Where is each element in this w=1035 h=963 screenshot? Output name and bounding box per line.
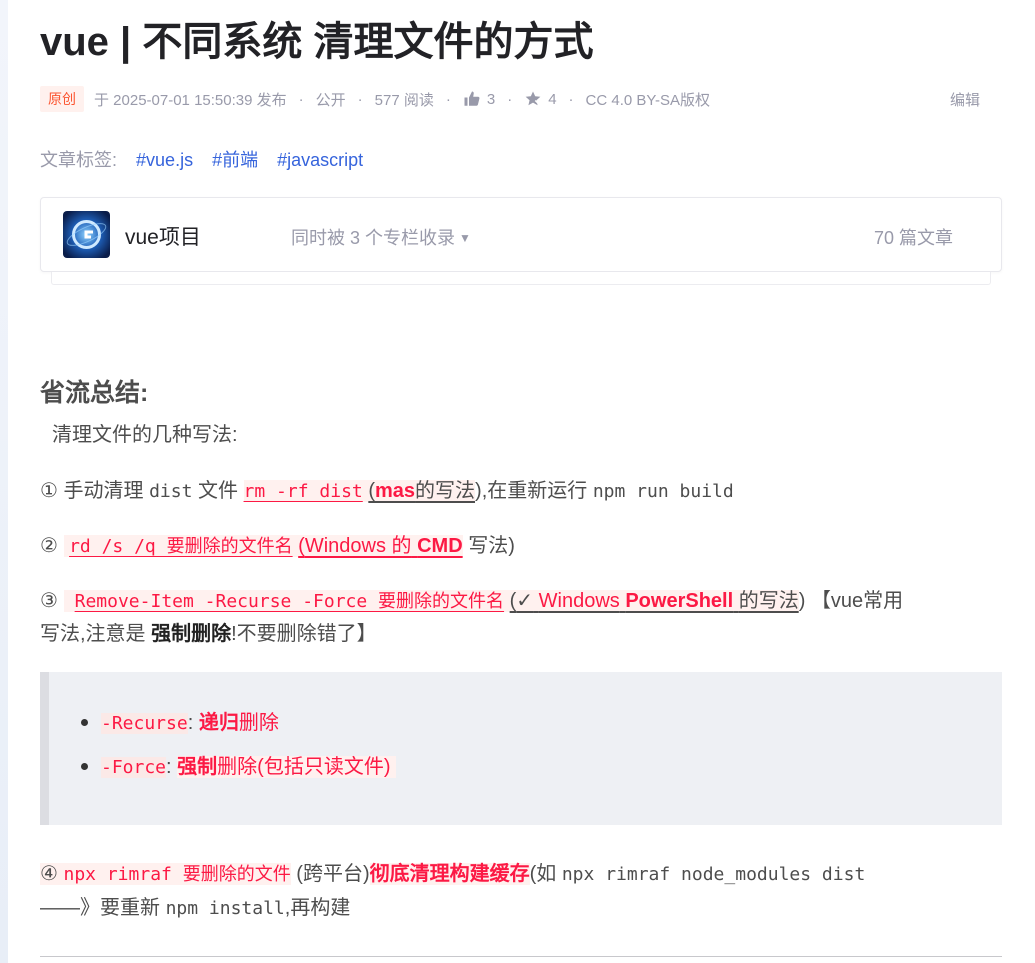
text: 写法,注意是: [40, 623, 146, 645]
meta-separator: ·: [568, 90, 574, 108]
text: (跨平台): [296, 863, 370, 885]
tag-link[interactable]: #前端: [212, 150, 258, 170]
like-button[interactable]: 3: [463, 90, 495, 108]
text: 的写法: [415, 480, 476, 502]
tag-link[interactable]: #javascript: [277, 150, 363, 170]
thumbs-up-icon: [464, 91, 480, 106]
mas-label: mas: [375, 480, 416, 502]
favorite-button[interactable]: 4: [524, 90, 557, 108]
column-name[interactable]: vue项目: [125, 221, 201, 251]
emphasis: 递归: [198, 712, 239, 734]
original-badge: 原创: [40, 86, 84, 112]
item-number: ①: [40, 480, 58, 502]
column-collection-label: 同时被 3 个专栏收录: [291, 228, 456, 248]
text: (如: [529, 863, 557, 885]
text: Windows: [538, 590, 620, 612]
column-card[interactable]: vue项目 同时被 3 个专栏收录 ▼ 70 篇文章: [40, 197, 1002, 285]
method-item-2: ② rd /s /q 要删除的文件名 (Windows 的 CMD 写法): [40, 529, 515, 564]
list-item: -Recurse: 递归删除: [81, 706, 279, 735]
command-remove-item: Remove-Item -Recurse -Force 要删除的文件名: [74, 591, 505, 612]
column-article-count: 70 篇文章: [873, 228, 953, 248]
paren: ): [798, 590, 806, 612]
colon: :: [187, 712, 194, 734]
colon: :: [166, 756, 172, 778]
force-delete-emphasis: 强制删除: [151, 623, 232, 645]
blockquote: -Recurse: 递归删除 -Force: 强制删除(包括只读文件): [40, 672, 1002, 825]
meta-separator: ·: [445, 90, 451, 108]
edit-link[interactable]: 编辑: [950, 89, 980, 110]
text: 手动清理: [63, 480, 144, 502]
meta-separator: ·: [298, 90, 304, 108]
page-left-edge: [0, 0, 8, 963]
text: ,再构建: [284, 897, 351, 919]
text: Windows 的: [304, 535, 412, 557]
tag-link[interactable]: #vue.js: [136, 150, 193, 170]
tags-label: 文章标签:: [40, 150, 118, 170]
text: 文件: [197, 480, 238, 502]
text: !不要删除错了】: [231, 623, 377, 645]
article-tags: 文章标签: #vue.js #前端 #javascript: [40, 146, 363, 172]
command-rd: rd /s /q 要删除的文件名: [69, 536, 293, 557]
read-count: 577 阅读: [374, 91, 434, 109]
command-rimraf: npx rimraf 要删除的文件: [63, 864, 291, 885]
method-item-1: ① 手动清理 dist 文件 rm -rf dist (mas的写法),在重新运…: [40, 474, 734, 509]
paren: ): [475, 480, 482, 502]
article-title: vue | 不同系统 清理文件的方式: [40, 20, 594, 64]
text: ,在重新运行: [481, 480, 588, 502]
inline-code: npm run build: [592, 481, 734, 502]
text: 写法): [468, 535, 515, 557]
meta-separator: ·: [507, 90, 513, 108]
column-card-stack-edge: [51, 272, 991, 285]
caret-down-icon: ▼: [459, 231, 471, 245]
favorite-count: 4: [548, 90, 557, 108]
inline-code: -Force: [101, 757, 167, 778]
method-item-3-line-2: 写法,注意是 强制删除!不要删除错了】: [40, 617, 377, 651]
emphasis: 彻底清理构建缓存: [369, 863, 530, 885]
inline-code: npx rimraf node_modules dist: [561, 864, 866, 885]
emphasis: 强制: [177, 756, 218, 778]
text: 的写法: [738, 590, 799, 612]
inline-code: npm install: [165, 898, 285, 919]
article-meta-bar: 原创 于 2025-07-01 15:50:39 发布 · 公开 · 577 阅…: [40, 86, 1002, 112]
method-item-3: ③ Remove-Item -Recurse -Force 要删除的文件名 (✓…: [40, 584, 903, 619]
text: ——》要重新: [40, 897, 160, 919]
like-count: 3: [486, 90, 496, 108]
method-item-4-line-2: ——》要重新 npm install,再构建: [40, 891, 350, 926]
star-favorite-icon: [525, 91, 541, 106]
inline-code: dist: [149, 481, 193, 502]
visibility-label: 公开: [315, 91, 346, 109]
divider: [40, 956, 1002, 957]
publish-time: 于 2025-07-01 15:50:39 发布: [94, 91, 287, 109]
item-number: ④: [40, 863, 58, 885]
text: 删除(包括只读文件): [217, 756, 391, 778]
check-icon: ✓: [516, 590, 534, 612]
meta-separator: ·: [357, 90, 363, 108]
text: 删除: [238, 712, 279, 734]
summary-heading: 省流总结:: [40, 379, 149, 407]
intro-text: 清理文件的几种写法:: [52, 424, 238, 446]
license-link[interactable]: CC 4.0 BY-SA版权: [586, 89, 711, 110]
command-rm-rf: rm -rf dist: [243, 481, 363, 502]
item-number: ③: [40, 590, 58, 612]
paren: (: [368, 480, 375, 502]
powershell-label: PowerShell: [625, 590, 734, 612]
inline-code: -Recurse: [101, 713, 188, 734]
column-collection-dropdown[interactable]: 同时被 3 个专栏收录 ▼: [291, 224, 471, 250]
method-item-4: ④ npx rimraf 要删除的文件 (跨平台)彻底清理构建缓存(如 npx …: [40, 857, 865, 892]
cmd-label: CMD: [417, 535, 463, 557]
paren: (: [298, 535, 305, 557]
text: 【vue常用: [810, 590, 904, 612]
list-item: -Force: 强制删除(包括只读文件): [80, 750, 397, 779]
item-number: ②: [40, 535, 58, 557]
column-logo-icon[interactable]: [63, 211, 110, 258]
